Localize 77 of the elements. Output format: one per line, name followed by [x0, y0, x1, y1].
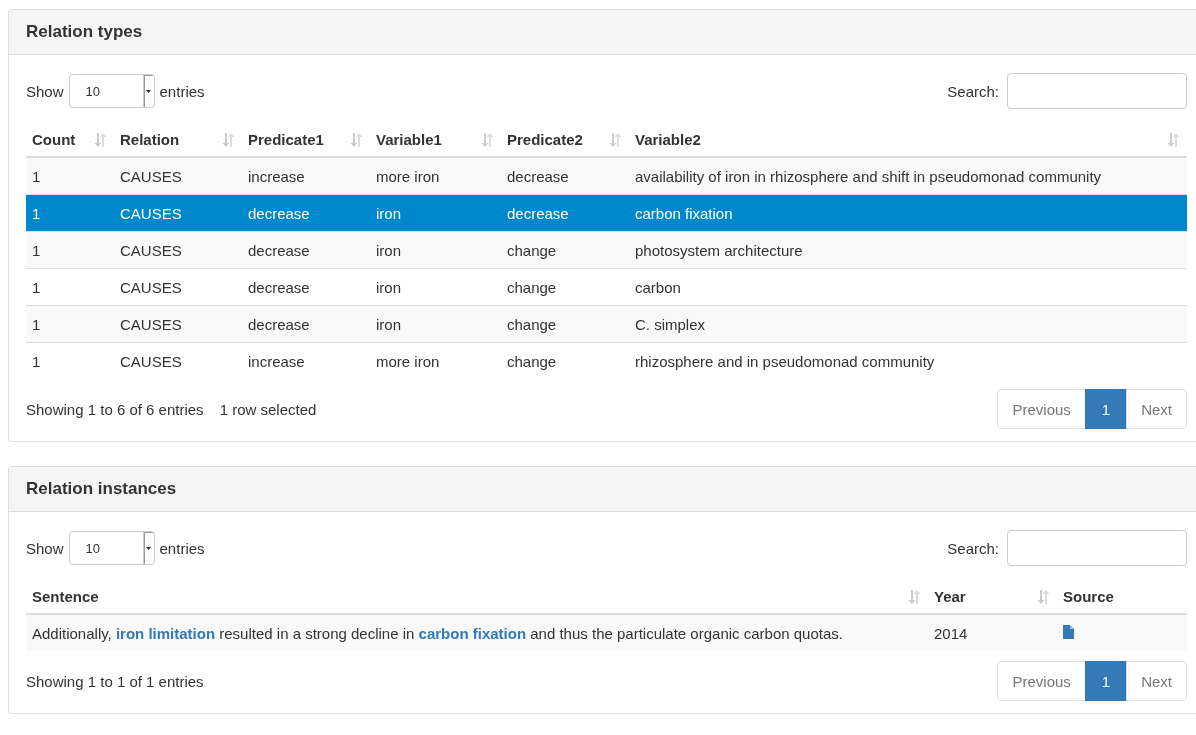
entries-select[interactable]: 10: [68, 74, 155, 108]
search-field[interactable]: [1007, 73, 1187, 109]
table-cell: change: [507, 352, 557, 370]
table-cell: change: [507, 315, 557, 333]
table-cell: increase: [248, 167, 305, 185]
table-cell: 2014: [934, 624, 968, 642]
page-button[interactable]: Next: [1126, 389, 1187, 429]
sort-icon: [609, 131, 623, 148]
page-button[interactable]: Previous: [997, 661, 1086, 701]
sort-icon: [222, 131, 236, 148]
table-row[interactable]: 1 CAUSES increase more iron decrease availability of iron in rhizosphere and shift in pseudomonad community: [26, 157, 1187, 195]
page-button[interactable]: Next: [1126, 661, 1187, 701]
page-button[interactable]: 1: [1084, 389, 1128, 429]
panel-title: Relation instances: [26, 479, 177, 499]
table-cell: 1: [32, 278, 41, 296]
table-cell: CAUSES: [120, 315, 182, 333]
table-cell: decrease: [507, 204, 569, 222]
table-cell: more iron: [376, 167, 440, 185]
table-row[interactable]: 1 CAUSES decrease iron decrease carbon fixation: [26, 194, 1187, 232]
table-cell: decrease: [248, 278, 310, 296]
table-cell: CAUSES: [120, 352, 182, 370]
table-cell: iron: [376, 204, 401, 222]
sort-icon: [1037, 588, 1051, 605]
entries-select[interactable]: 10: [68, 531, 155, 565]
table-info: Showing 1 to 6 of 6 entries: [26, 400, 204, 418]
table-row[interactable]: 1 CAUSES decrease iron change photosystem architecture: [26, 231, 1187, 269]
table-cell: availability of iron in rhizosphere and shift in pseudomonad community: [635, 167, 1102, 185]
table-info: Showing 1 to 1 of 1 entries: [26, 672, 204, 690]
table-cell: 1: [32, 167, 41, 185]
table-cell: iron: [376, 278, 401, 296]
table-cell: Additionally, iron limitation resulted in a strong decline in carbon fixation and thus the particulate organic carbon quotas.: [32, 624, 843, 642]
search-label: Search:: [947, 539, 999, 557]
table-cell: decrease: [248, 315, 310, 333]
table-cell: iron: [376, 241, 401, 259]
table-cell: 1: [32, 315, 41, 333]
table-cell: change: [507, 241, 557, 259]
table-cell: carbon: [635, 278, 681, 296]
page-button[interactable]: Previous: [997, 389, 1086, 429]
table-cell: change: [507, 278, 557, 296]
search-field[interactable]: [1007, 530, 1187, 566]
table-cell: carbon fixation: [635, 204, 733, 222]
table-cell: decrease: [248, 204, 310, 222]
sort-icon: [1167, 131, 1181, 148]
table-row[interactable]: 1 CAUSES decrease iron change carbon: [26, 268, 1187, 306]
page-button[interactable]: 1: [1084, 661, 1128, 701]
selection-info: 1 row selected: [219, 400, 317, 418]
table-cell: 1: [32, 241, 41, 259]
table-cell: C. simplex: [635, 315, 705, 333]
table-cell: CAUSES: [120, 278, 182, 296]
sort-icon: [94, 131, 108, 148]
table-cell: CAUSES: [120, 204, 182, 222]
table-cell: CAUSES: [120, 167, 182, 185]
panel-title: Relation types: [26, 22, 143, 42]
table-cell: decrease: [248, 241, 310, 259]
entries-label: entries: [159, 82, 205, 100]
table-cell: CAUSES: [120, 241, 182, 259]
entries-label: entries: [159, 539, 205, 557]
show-label: Show: [26, 82, 64, 100]
sort-icon: [350, 131, 364, 148]
search-label: Search:: [947, 82, 999, 100]
sort-icon: [908, 588, 922, 605]
table-cell: decrease: [507, 167, 569, 185]
caret-icon: [146, 89, 152, 93]
table-cell: photosystem architecture: [635, 241, 803, 259]
table-row[interactable]: Additionally, iron limitation resulted in a strong decline in carbon fixation and thus the particulate organic carbon quotas. 2014: [26, 614, 1187, 651]
table-cell: 1: [32, 204, 41, 222]
table-cell: rhizosphere and in pseudomonad community: [635, 352, 935, 370]
table-cell: increase: [248, 352, 305, 370]
show-label: Show: [26, 539, 64, 557]
sort-icon: [481, 131, 495, 148]
table-row[interactable]: 1 CAUSES increase more iron change rhizosphere and in pseudomonad community: [26, 342, 1187, 379]
table-cell: 1: [32, 352, 41, 370]
table-cell: more iron: [376, 352, 440, 370]
table-cell: iron: [376, 315, 401, 333]
caret-icon: [146, 546, 152, 550]
document-icon[interactable]: [1063, 624, 1074, 639]
table-row[interactable]: 1 CAUSES decrease iron change C. simplex: [26, 305, 1187, 343]
